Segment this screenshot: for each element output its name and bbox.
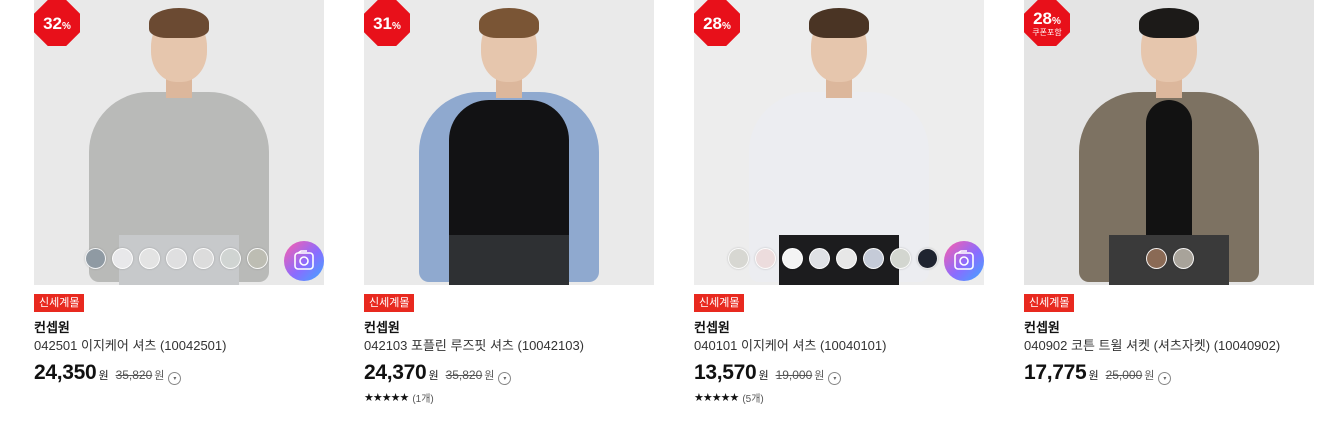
color-swatch[interactable] bbox=[1146, 248, 1167, 269]
original-price-unit: 원 bbox=[484, 370, 495, 382]
sale-price-unit: 원 bbox=[98, 370, 109, 382]
model-pants bbox=[449, 235, 569, 285]
mall-tag: 신세계몰 bbox=[34, 294, 85, 312]
color-swatch[interactable] bbox=[809, 248, 830, 269]
color-swatch[interactable] bbox=[728, 248, 749, 269]
camera-search-button[interactable] bbox=[284, 241, 324, 281]
product-image[interactable]: 28 % 쿠폰포함 bbox=[1024, 0, 1314, 285]
product-grid: 32 % 신세계몰 컨셉원 042501 이지케어 셔츠 (10042501) … bbox=[0, 0, 1330, 423]
sale-price-unit: 원 bbox=[758, 370, 769, 382]
sale-price-unit: 원 bbox=[1088, 370, 1099, 382]
color-swatch[interactable] bbox=[220, 248, 241, 269]
color-swatch[interactable] bbox=[782, 248, 803, 269]
price-info-icon[interactable]: ▾ bbox=[828, 372, 842, 385]
color-swatch[interactable] bbox=[193, 248, 214, 269]
sale-price: 24,370 bbox=[364, 361, 427, 384]
price-row: 24,370 원 35,820 원 ▾ bbox=[364, 361, 654, 385]
discount-unit: % bbox=[62, 20, 71, 32]
sale-price: 17,775 bbox=[1024, 361, 1087, 384]
color-swatch[interactable] bbox=[917, 248, 938, 269]
price-info-icon[interactable]: ▾ bbox=[1158, 372, 1172, 385]
original-price-unit: 원 bbox=[1144, 370, 1155, 382]
product-name[interactable]: 042103 포플린 루즈핏 셔츠 (10042103) bbox=[364, 338, 654, 354]
brand-name[interactable]: 컨셉원 bbox=[1024, 320, 1314, 336]
sale-price: 13,570 bbox=[694, 361, 757, 384]
discount-badge: 28 % 쿠폰포함 bbox=[1024, 0, 1070, 46]
original-price-unit: 원 bbox=[814, 370, 825, 382]
original-price: 35,820 bbox=[115, 368, 153, 382]
review-summary[interactable]: ★★★★★ (5개) bbox=[694, 390, 984, 405]
price-row: 13,570 원 19,000 원 ▾ bbox=[694, 361, 984, 385]
price-info-icon[interactable]: ▾ bbox=[498, 372, 512, 385]
original-price: 25,000 bbox=[1105, 368, 1143, 382]
color-swatch[interactable] bbox=[755, 248, 776, 269]
sale-price-unit: 원 bbox=[428, 370, 439, 382]
color-swatches bbox=[728, 248, 938, 269]
color-swatch[interactable] bbox=[1173, 248, 1194, 269]
discount-unit: % bbox=[722, 20, 731, 32]
color-swatch[interactable] bbox=[863, 248, 884, 269]
product-name[interactable]: 040101 이지케어 셔츠 (10040101) bbox=[694, 338, 984, 354]
discount-badge: 32 % bbox=[34, 0, 80, 46]
review-summary[interactable]: ★★★★★ (1개) bbox=[364, 390, 654, 405]
model-hair bbox=[479, 8, 539, 38]
color-swatch[interactable] bbox=[890, 248, 911, 269]
mall-tag: 신세계몰 bbox=[1024, 294, 1075, 312]
discount-badge: 28 % bbox=[694, 0, 740, 46]
brand-name[interactable]: 컨셉원 bbox=[364, 320, 654, 336]
review-count: (5개) bbox=[742, 394, 764, 405]
price-row: 17,775 원 25,000 원 ▾ bbox=[1024, 361, 1314, 385]
original-price-unit: 원 bbox=[154, 370, 165, 382]
rating-stars: ★★★★★ bbox=[694, 392, 739, 404]
brand-name[interactable]: 컨셉원 bbox=[34, 320, 324, 336]
product-card[interactable]: 28 % 쿠폰포함 신세계몰 컨셉원 040902 코튼 트윌 셔켓 (셔츠자켓… bbox=[1024, 0, 1314, 385]
discount-unit: % bbox=[392, 20, 401, 32]
product-image[interactable]: 31 % bbox=[364, 0, 654, 285]
coupon-note: 쿠폰포함 bbox=[1032, 27, 1062, 37]
model-tshirt-front bbox=[1146, 100, 1192, 250]
mall-tag: 신세계몰 bbox=[364, 294, 415, 312]
price-row: 24,350 원 35,820 원 ▾ bbox=[34, 361, 324, 385]
color-swatch[interactable] bbox=[112, 248, 133, 269]
price-info-icon[interactable]: ▾ bbox=[168, 372, 182, 385]
sale-price: 24,350 bbox=[34, 361, 97, 384]
product-card[interactable]: 32 % 신세계몰 컨셉원 042501 이지케어 셔츠 (10042501) … bbox=[34, 0, 324, 385]
mall-tag: 신세계몰 bbox=[694, 294, 745, 312]
product-card[interactable]: 28 % 신세계몰 컨셉원 040101 이지케어 셔츠 (10040101) … bbox=[694, 0, 984, 405]
model-hair bbox=[149, 8, 209, 38]
review-count: (1개) bbox=[412, 394, 434, 405]
discount-value: 28 bbox=[1033, 8, 1052, 28]
discount-value: 31 bbox=[373, 13, 392, 33]
color-swatch[interactable] bbox=[166, 248, 187, 269]
model-vest bbox=[449, 100, 569, 250]
model-hair bbox=[809, 8, 869, 38]
rating-stars: ★★★★★ bbox=[364, 392, 409, 404]
discount-value: 28 bbox=[703, 13, 722, 33]
color-swatch[interactable] bbox=[85, 248, 106, 269]
model-hair bbox=[1139, 8, 1199, 38]
original-price: 19,000 bbox=[775, 368, 813, 382]
product-image[interactable]: 32 % bbox=[34, 0, 324, 285]
brand-name[interactable]: 컨셉원 bbox=[694, 320, 984, 336]
product-name[interactable]: 040902 코튼 트윌 셔켓 (셔츠자켓) (10040902) bbox=[1024, 338, 1314, 354]
color-swatch[interactable] bbox=[247, 248, 268, 269]
camera-search-button[interactable] bbox=[944, 241, 984, 281]
product-name[interactable]: 042501 이지케어 셔츠 (10042501) bbox=[34, 338, 324, 354]
camera-icon bbox=[954, 250, 974, 270]
color-swatches bbox=[1146, 248, 1194, 269]
color-swatches bbox=[85, 248, 268, 269]
discount-value: 32 bbox=[43, 13, 62, 33]
original-price: 35,820 bbox=[445, 368, 483, 382]
color-swatch[interactable] bbox=[836, 248, 857, 269]
camera-icon bbox=[294, 250, 314, 270]
product-card[interactable]: 31 % 신세계몰 컨셉원 042103 포플린 루즈핏 셔츠 (1004210… bbox=[364, 0, 654, 405]
color-swatch[interactable] bbox=[139, 248, 160, 269]
product-image[interactable]: 28 % bbox=[694, 0, 984, 285]
discount-unit: % bbox=[1052, 15, 1061, 27]
